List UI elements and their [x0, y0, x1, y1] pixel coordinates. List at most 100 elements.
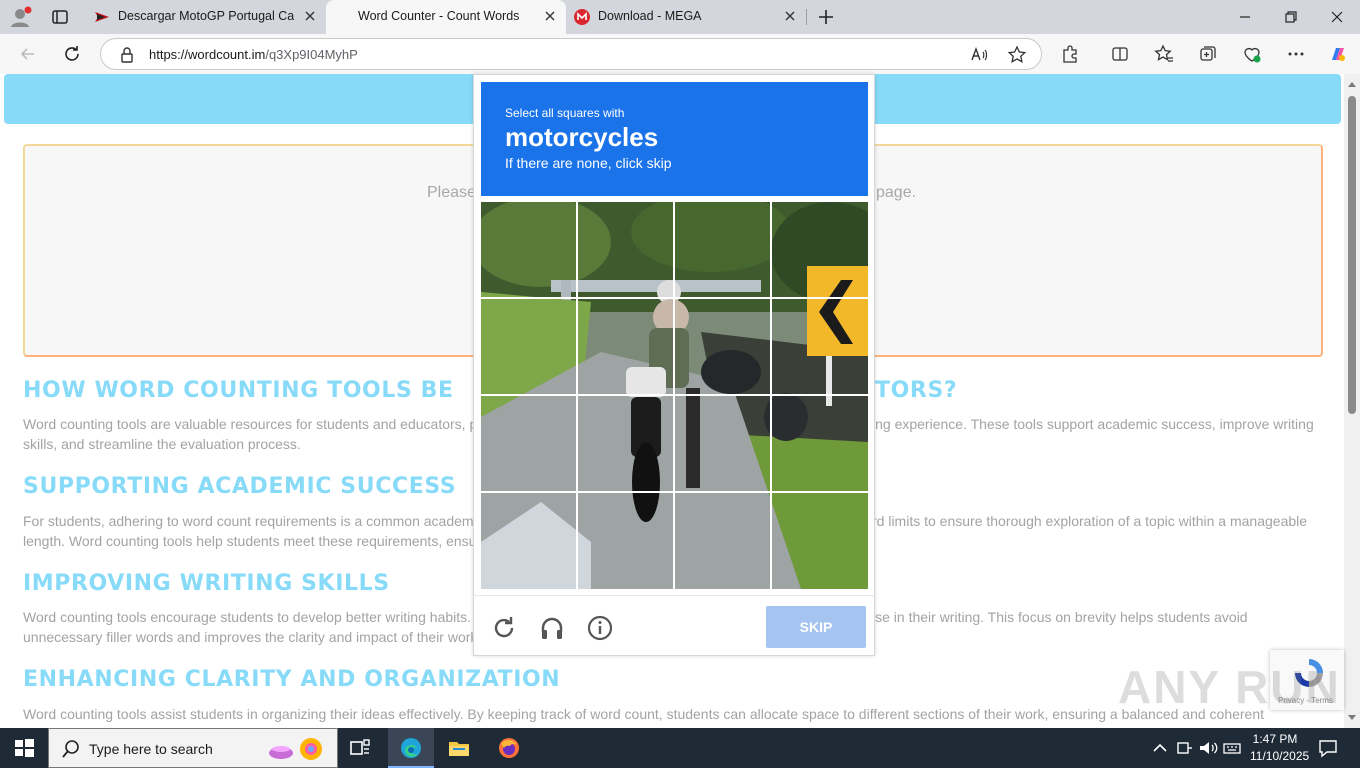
search-highlight-icon [269, 738, 322, 760]
anyrun-watermark: ANY RUN [1118, 661, 1341, 713]
tab-mega[interactable]: Download - MEGA [566, 0, 807, 34]
captcha-image-grid [481, 202, 868, 589]
close-window-icon[interactable] [1328, 8, 1346, 26]
taskbar-search-box[interactable]: Type here to search [48, 728, 338, 768]
refresh-icon[interactable] [62, 44, 82, 64]
tab-strip: Descargar MotoGP Portugal Carre Word Cou… [0, 0, 1360, 34]
favorite-star-icon[interactable] [1007, 45, 1027, 65]
close-tab-icon[interactable] [302, 8, 318, 24]
notifications-icon[interactable] [1316, 736, 1340, 760]
reload-icon[interactable] [490, 614, 518, 642]
network-icon[interactable] [1172, 736, 1196, 760]
task-view-icon[interactable] [348, 736, 372, 760]
read-aloud-icon[interactable] [969, 45, 989, 65]
captcha-footer: SKIP [474, 595, 874, 655]
tab-label: Descargar MotoGP Portugal Carre [118, 9, 294, 23]
captcha-tile[interactable] [675, 396, 771, 492]
clock-time: 1:47 PM [1252, 732, 1298, 746]
paragraph-line: unnecessary filler words and improves th… [23, 629, 478, 645]
audio-challenge-icon[interactable] [538, 614, 566, 642]
restore-icon[interactable] [1282, 8, 1300, 26]
captcha-tile[interactable] [481, 396, 577, 492]
close-tab-icon[interactable] [782, 8, 798, 24]
paragraph-line: rd limits to ensure thorough exploration… [872, 513, 1308, 529]
firefox-icon[interactable] [497, 736, 521, 760]
captcha-tile[interactable] [675, 299, 771, 395]
paragraph-line: Word counting tools encourage students t… [23, 609, 472, 625]
url-path: /q3Xp9I04MyhP [265, 47, 358, 62]
edge-browser-icon[interactable] [399, 736, 423, 760]
tab-actions-icon[interactable] [50, 8, 70, 26]
scrollbar-thumb[interactable] [1348, 96, 1356, 414]
motogp-favicon-icon [95, 12, 109, 22]
windows-taskbar: Type here to search 1:47 PM 11/10/2025 [0, 728, 1360, 768]
tab-label: Word Counter - Count Words [358, 9, 520, 23]
captcha-tile[interactable] [675, 493, 771, 589]
tray-chevron-up-icon[interactable] [1148, 736, 1172, 760]
address-bar[interactable]: https://wordcount.im/q3Xp9I04MyhP [100, 38, 1042, 70]
paragraph-line: Word counting tools assist students in o… [23, 706, 1265, 722]
scroll-up-arrow-icon[interactable] [1348, 82, 1356, 87]
textarea-placeholder-right: page. [876, 184, 917, 201]
browser-toolbar: https://wordcount.im/q3Xp9I04MyhP [0, 34, 1360, 74]
section-heading: IMPROVING WRITING SKILLS [23, 571, 390, 596]
paragraph-line: Word counting tools are valuable resourc… [23, 416, 478, 432]
paragraph-line: ise in their writing. This focus on brev… [872, 609, 1248, 625]
paragraph-line: skills, and streamline the evaluation pr… [23, 436, 301, 452]
page-scrollbar[interactable] [1344, 74, 1360, 728]
extensions-icon[interactable] [1060, 44, 1080, 64]
captcha-challenge: Select all squares with motorcycles If t… [473, 74, 875, 656]
captcha-hint: If there are none, click skip [505, 155, 672, 171]
section-heading: SUPPORTING ACADEMIC SUCCESS [23, 474, 457, 499]
captcha-tile[interactable] [578, 493, 674, 589]
skip-button[interactable]: SKIP [766, 606, 866, 648]
volume-icon[interactable] [1196, 736, 1220, 760]
keyboard-ime-icon[interactable] [1220, 736, 1244, 760]
mega-favicon-icon [574, 9, 590, 25]
split-screen-icon[interactable] [1110, 44, 1130, 64]
captcha-tile[interactable] [772, 202, 868, 298]
captcha-tile[interactable] [481, 299, 577, 395]
settings-more-icon[interactable] [1286, 44, 1306, 64]
search-icon [62, 740, 79, 758]
clock-date: 11/10/2025 [1250, 749, 1310, 763]
captcha-tile[interactable] [578, 202, 674, 298]
captcha-tile[interactable] [578, 299, 674, 395]
captcha-header: Select all squares with motorcycles If t… [481, 82, 868, 196]
tab-word-counter[interactable]: Word Counter - Count Words [326, 0, 566, 34]
tab-label: Download - MEGA [598, 9, 702, 23]
url-host: https://wordcount.im [149, 47, 266, 62]
windows-start-icon[interactable] [12, 736, 36, 760]
captcha-target: motorcycles [505, 122, 659, 152]
captcha-tile[interactable] [578, 396, 674, 492]
site-info-icon[interactable] [117, 45, 137, 65]
captcha-tile[interactable] [772, 299, 868, 395]
minimize-icon[interactable] [1236, 8, 1254, 26]
back-icon[interactable] [18, 44, 38, 64]
browser-essentials-icon[interactable] [1242, 44, 1262, 64]
textarea-placeholder-left: Please [427, 184, 476, 201]
scroll-down-arrow-icon[interactable] [1348, 715, 1356, 720]
captcha-tile[interactable] [481, 202, 577, 298]
captcha-instruction: Select all squares with [505, 106, 625, 120]
file-explorer-icon[interactable] [447, 736, 471, 760]
captcha-tile[interactable] [772, 396, 868, 492]
section-heading-tail: TORS? [875, 378, 958, 403]
copilot-icon[interactable] [1328, 44, 1348, 64]
new-tab-icon[interactable] [816, 7, 836, 27]
system-clock[interactable]: 1:47 PM 11/10/2025 [1250, 731, 1310, 765]
paragraph-line: For students, adhering to word count req… [23, 513, 474, 529]
collections-icon[interactable] [1198, 44, 1218, 64]
paragraph-line: ing experience. These tools support acad… [872, 416, 1314, 432]
paragraph-line: length. Word counting tools help student… [23, 533, 477, 549]
info-icon[interactable] [586, 614, 614, 642]
tab-motogp[interactable]: Descargar MotoGP Portugal Carre [86, 0, 327, 34]
captcha-tile[interactable] [675, 202, 771, 298]
captcha-tile[interactable] [481, 493, 577, 589]
close-tab-icon[interactable] [542, 8, 558, 24]
captcha-tile[interactable] [772, 493, 868, 589]
section-heading: HOW WORD COUNTING TOOLS BE [23, 378, 454, 403]
taskbar-search-placeholder: Type here to search [89, 741, 213, 757]
profile-avatar-icon[interactable] [8, 5, 34, 29]
favorites-icon[interactable] [1154, 44, 1174, 64]
